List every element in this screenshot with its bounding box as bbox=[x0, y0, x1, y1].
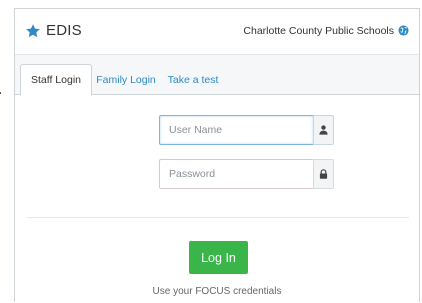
edge-marker bbox=[0, 92, 1, 94]
username-group bbox=[159, 115, 334, 145]
login-card: EDIS Charlotte County Public Schools Sta… bbox=[14, 8, 420, 302]
tab-family-login[interactable]: Family Login bbox=[95, 64, 157, 95]
username-addon bbox=[313, 115, 334, 145]
globe-icon bbox=[398, 25, 409, 36]
district[interactable]: Charlotte County Public Schools bbox=[243, 25, 409, 37]
header: EDIS Charlotte County Public Schools bbox=[15, 9, 419, 52]
password-addon bbox=[313, 159, 334, 189]
tab-staff-login[interactable]: Staff Login bbox=[20, 64, 92, 96]
brand: EDIS bbox=[25, 22, 82, 39]
district-name: Charlotte County Public Schools bbox=[243, 24, 394, 37]
app-name: EDIS bbox=[46, 22, 82, 39]
password-group bbox=[159, 159, 334, 189]
login-button[interactable]: Log In bbox=[189, 241, 248, 274]
login-tabs: Staff Login Family Login Take a test bbox=[15, 54, 419, 96]
form-divider bbox=[27, 217, 409, 218]
password-input[interactable] bbox=[159, 159, 313, 189]
lock-icon bbox=[319, 169, 328, 179]
username-input[interactable] bbox=[159, 115, 313, 145]
tab-take-a-test[interactable]: Take a test bbox=[159, 64, 227, 95]
star-icon bbox=[26, 23, 40, 37]
credentials-hint: Use your FOCUS credentials bbox=[152, 286, 282, 297]
user-icon bbox=[319, 125, 328, 135]
